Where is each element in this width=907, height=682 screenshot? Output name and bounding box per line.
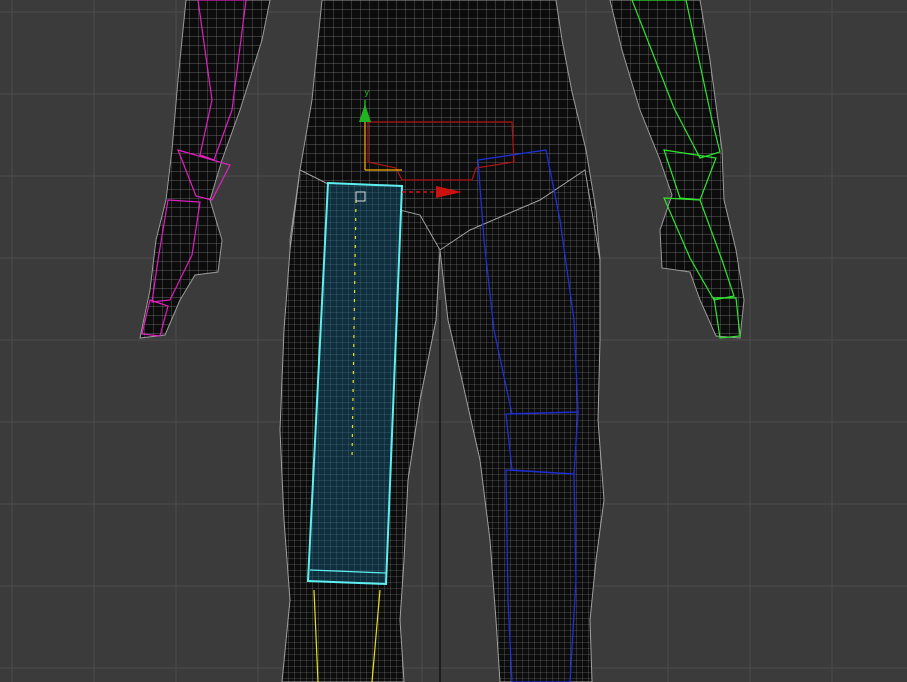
gizmo-y-label: y <box>364 88 370 98</box>
right-arm-mesh[interactable] <box>609 0 745 339</box>
right-leg-mesh[interactable] <box>439 169 605 682</box>
character-mesh[interactable] <box>139 0 745 682</box>
3d-viewport[interactable]: y <box>0 0 907 682</box>
viewport-canvas[interactable]: y <box>0 0 907 682</box>
